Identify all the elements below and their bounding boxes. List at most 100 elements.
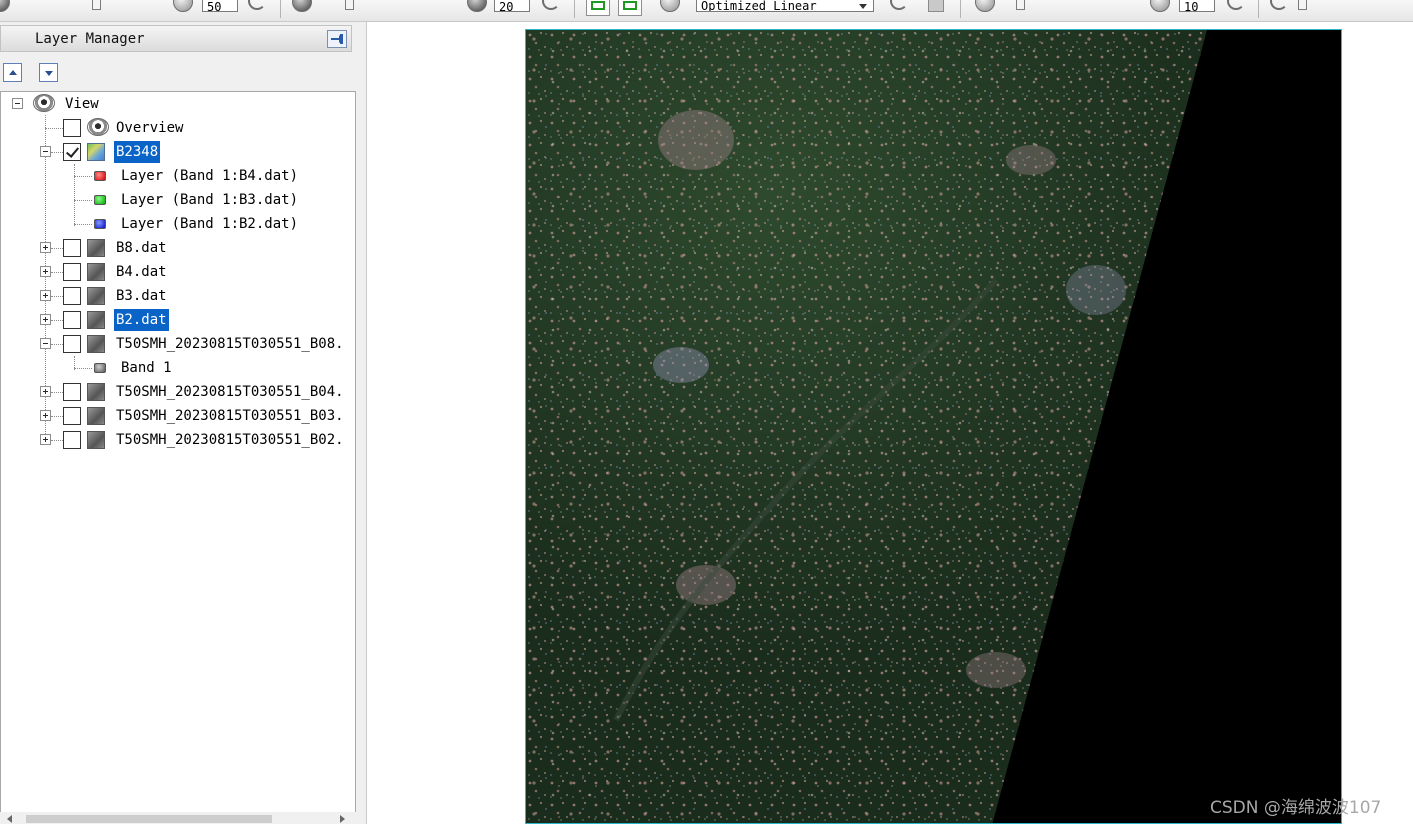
stretch-refresh-icon[interactable] [890,0,908,10]
blue-band-icon [94,219,106,229]
brightness-slider-thumb[interactable] [92,0,101,10]
brightness-reset-knob-icon[interactable] [173,0,193,12]
brightness-refresh-icon[interactable] [248,0,266,10]
toolbar-separator [960,0,961,18]
grayscale-raster-icon [87,239,105,257]
scroll-left-icon[interactable] [7,815,12,823]
tree-node-label: Layer (Band 1:B4.dat) [121,168,299,184]
tree-node-label: T50SMH_20230815T030551_B04. [116,384,344,400]
grayscale-raster-icon [87,335,105,353]
tree-node-band-red[interactable]: Layer (Band 1:B4.dat) [1,165,341,187]
tree-node-b8[interactable]: B8.dat [1,237,341,259]
csdn-watermark: CSDN @海绵波波107 [1210,798,1382,818]
gray-band-icon [94,363,106,373]
layer-visibility-checkbox[interactable] [63,263,81,281]
brightness-value-field[interactable]: 50 [202,0,238,12]
satellite-image-canvas [526,30,1341,823]
image-display-view[interactable] [368,22,1413,824]
overview-eye-icon [87,118,109,136]
layer-visibility-checkbox[interactable] [63,311,81,329]
tree-node-band-green[interactable]: Layer (Band 1:B3.dat) [1,189,341,211]
collapse-icon[interactable] [40,338,51,349]
expand-icon[interactable] [40,242,51,253]
layer-visibility-checkbox[interactable] [63,335,81,353]
tree-horizontal-scrollbar[interactable] [0,812,356,824]
layer-tree: View Overview B2348 Layer (Band 1:B4.dat… [0,91,356,822]
layer-visibility-checkbox[interactable] [63,143,81,161]
stretch-preview-button[interactable] [618,0,642,16]
brightness-knob-icon[interactable] [0,0,10,12]
tree-node-label: T50SMH_20230815T030551_B03. [116,408,344,424]
contrast-knob-icon[interactable] [292,0,312,12]
rgb-raster-icon [87,143,105,161]
move-layer-up-button[interactable] [3,63,22,82]
transparency-slider-thumb[interactable] [1298,0,1307,10]
layer-visibility-checkbox[interactable] [63,383,81,401]
tree-node-label: Layer (Band 1:B3.dat) [121,192,299,208]
tree-node-label: T50SMH_20230815T030551_B02. [116,432,344,448]
tree-node-b2[interactable]: B2.dat [1,309,341,331]
tree-node-band-blue[interactable]: Layer (Band 1:B2.dat) [1,213,341,235]
contrast-reset-knob-icon[interactable] [467,0,487,12]
sharpen-refresh-icon[interactable] [1227,0,1245,10]
expand-icon[interactable] [40,410,51,421]
transparency-icon[interactable] [1270,0,1288,10]
layer-visibility-checkbox[interactable] [63,431,81,449]
tree-node-overview[interactable]: Overview [1,117,341,139]
histogram-icon[interactable] [928,0,944,12]
expand-icon[interactable] [40,290,51,301]
expand-icon[interactable] [40,314,51,325]
expand-icon[interactable] [40,386,51,397]
tree-node-view[interactable]: View [1,93,341,115]
expand-icon[interactable] [40,266,51,277]
move-layer-down-button[interactable] [39,63,58,82]
toolbar-separator [574,0,575,18]
contrast-refresh-icon[interactable] [542,0,560,10]
tree-node-label: Layer (Band 1:B2.dat) [121,216,299,232]
grayscale-raster-icon [87,263,105,281]
tree-node-label: Overview [116,120,184,136]
contrast-value-field[interactable]: 20 [494,0,530,12]
layer-visibility-checkbox[interactable] [63,287,81,305]
stretch-mode-button[interactable] [586,0,610,16]
tree-node-label: Band 1 [121,360,172,376]
tree-node-b2348[interactable]: B2348 [1,141,341,163]
tree-node-label: B3.dat [116,288,167,304]
layer-visibility-checkbox[interactable] [63,407,81,425]
scroll-right-icon[interactable] [340,815,345,823]
collapse-icon[interactable] [12,98,23,109]
tree-node-label: B8.dat [116,240,167,256]
tree-node-t50-b04[interactable]: T50SMH_20230815T030551_B04. [1,381,355,403]
stretch-type-select[interactable]: Optimized Linear [696,0,874,12]
scrollbar-thumb[interactable] [26,815,272,823]
dock-panel-icon[interactable] [327,30,347,48]
contrast-slider-thumb[interactable] [345,0,354,10]
sharpen-slider-thumb[interactable] [1016,0,1025,10]
tree-node-band-1[interactable]: Band 1 [1,357,341,379]
sharpen-value-field[interactable]: 10 [1179,0,1215,12]
stretch-reset-knob-icon[interactable] [660,0,680,12]
sharpen-reset-knob-icon[interactable] [1150,0,1170,12]
satellite-image[interactable] [525,29,1342,824]
tree-node-t50-b02[interactable]: T50SMH_20230815T030551_B02. [1,429,355,451]
layer-visibility-checkbox[interactable] [63,239,81,257]
collapse-icon[interactable] [40,146,51,157]
green-band-icon [94,195,106,205]
tree-node-label: View [65,96,99,112]
sharpen-knob-icon[interactable] [975,0,995,12]
tree-node-b4[interactable]: B4.dat [1,261,341,283]
tree-node-t50-b08[interactable]: T50SMH_20230815T030551_B08. [1,333,355,355]
panel-title: Layer Manager [35,31,145,47]
tree-node-b3[interactable]: B3.dat [1,285,341,307]
tree-node-t50-b03[interactable]: T50SMH_20230815T030551_B03. [1,405,355,427]
grayscale-raster-icon [87,383,105,401]
grayscale-raster-icon [87,287,105,305]
tree-node-label: B2348 [114,141,161,163]
tree-node-label: B4.dat [116,264,167,280]
expand-icon[interactable] [40,434,51,445]
toolbar-separator [1258,0,1259,18]
display-toolbar: 50 20 Optimized Linear 10 [0,0,1413,22]
layer-manager-header: Layer Manager [0,25,352,52]
layer-visibility-checkbox[interactable] [63,119,81,137]
view-eye-icon [33,94,55,112]
